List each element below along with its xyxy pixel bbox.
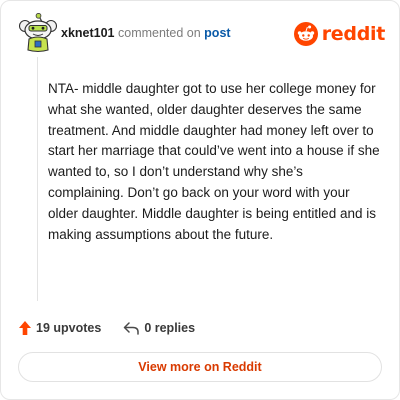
snoo-avatar-icon <box>18 12 58 53</box>
reply-arrow-icon <box>124 322 140 335</box>
user-avatar[interactable] <box>18 12 58 53</box>
reply-count: 0 replies <box>144 321 196 335</box>
reddit-brand[interactable]: reddit <box>293 20 386 48</box>
byline-verb: commented on <box>118 26 201 40</box>
view-more-button[interactable]: View more on Reddit <box>18 352 382 382</box>
comment-card: xknet101 commented on post reddit NTA- m… <box>0 0 400 400</box>
upvote-button[interactable]: 19 upvotes <box>18 320 101 336</box>
comment-byline: xknet101 commented on post <box>61 25 231 41</box>
upvote-count: 19 upvotes <box>36 321 102 335</box>
post-link[interactable]: post <box>204 26 230 40</box>
comment-body: NTA- middle daughter got to use her coll… <box>48 81 380 242</box>
reddit-wordmark: reddit <box>321 23 386 45</box>
upvote-arrow-icon <box>19 321 31 335</box>
comment-actions: 19 upvotes 0 replies <box>18 318 195 338</box>
reply-button[interactable]: 0 replies <box>123 321 195 335</box>
reddit-logo-icon <box>293 22 318 46</box>
comment-header: xknet101 commented on post reddit <box>18 12 386 53</box>
username-link[interactable]: xknet101 <box>61 26 115 40</box>
thread-line <box>37 57 38 301</box>
